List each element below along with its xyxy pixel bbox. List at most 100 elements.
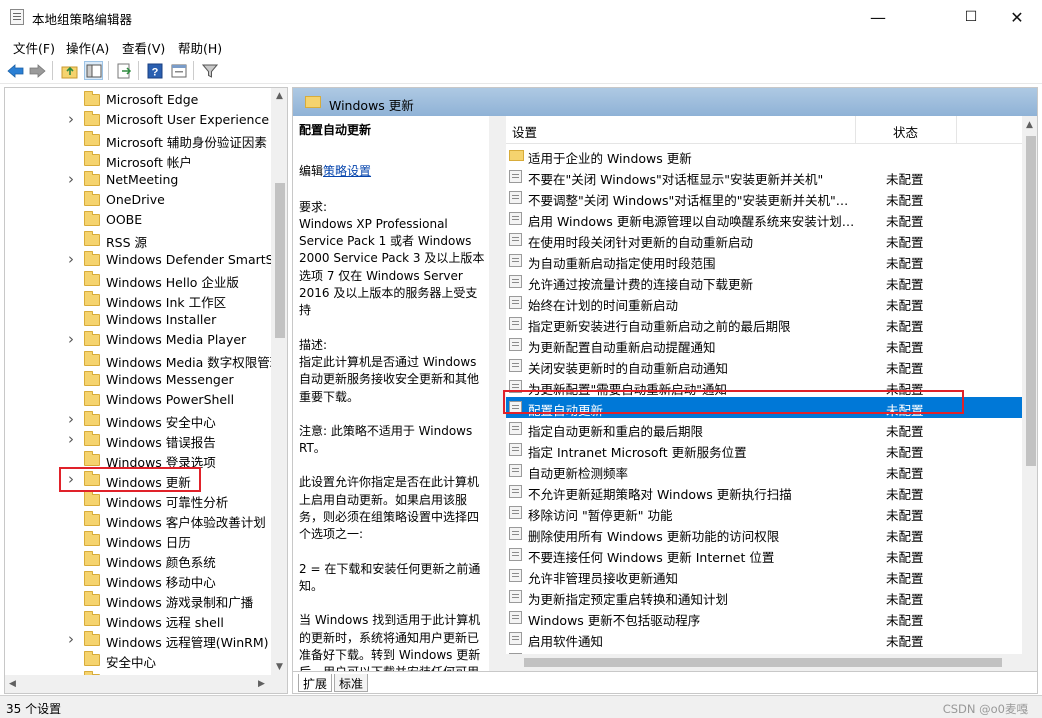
policy-setting-row[interactable]: 允许通过按流量计费的连接自动下载更新 未配置 [506, 271, 1022, 292]
column-setting[interactable]: 设置 [512, 122, 537, 141]
expand-chevron-icon[interactable]: › [68, 410, 74, 428]
minimize-button[interactable]: — [855, 0, 901, 34]
policy-setting-icon [509, 191, 522, 204]
policy-setting-row[interactable]: 启用软件通知 未配置 [506, 628, 1022, 649]
expand-chevron-icon[interactable]: › [68, 110, 74, 128]
setting-label: 删除使用所有 Windows 更新功能的访问权限 [528, 529, 780, 544]
policy-setting-row[interactable]: 关闭安装更新时的自动重新启动通知 未配置 [506, 355, 1022, 376]
menu-help[interactable]: 帮助(H) [178, 38, 222, 57]
forward-icon[interactable] [28, 61, 47, 80]
tree-scroll-thumb[interactable] [275, 183, 285, 338]
tree-item[interactable]: › Microsoft User Experience V [5, 110, 273, 130]
tree-item[interactable]: › Windows Defender SmartScr [5, 250, 273, 270]
policy-setting-row[interactable]: 为更新配置自动重新启动提醒通知 未配置 [506, 334, 1022, 355]
scroll-left-arrow-icon[interactable]: ◀ [9, 679, 16, 689]
list-hscroll-thumb[interactable] [524, 658, 1002, 667]
list-scroll-up-arrow-icon[interactable]: ▲ [1026, 120, 1033, 130]
policy-setting-row[interactable]: 指定自动更新和重启的最后期限 未配置 [506, 418, 1022, 439]
setting-state: 未配置 [886, 529, 924, 544]
tree-pane[interactable]: Microsoft Edge › Microsoft User Experience… [4, 87, 288, 694]
expand-chevron-icon[interactable]: › [68, 170, 74, 188]
tree-item[interactable]: OOBE [5, 210, 273, 230]
policy-setting-row[interactable]: 移除访问 "暂停更新" 功能 未配置 [506, 502, 1022, 523]
folder-icon [84, 291, 100, 306]
tree-item[interactable]: Microsoft 辅助身份验证因素 [5, 130, 273, 150]
tree-item[interactable]: Windows Installer [5, 310, 273, 330]
policy-setting-row[interactable]: 不要调整"关闭 Windows"对话框里的"安装更新并关机"的默... 未配置 [506, 187, 1022, 208]
tree-horizontal-scrollbar[interactable]: ◀ ▶ [5, 675, 287, 693]
setting-label: 适用于企业的 Windows 更新 [528, 151, 692, 166]
tree-item[interactable]: OneDrive [5, 190, 273, 210]
tab-standard[interactable]: 标准 [334, 674, 369, 692]
tree-item[interactable]: Windows 颜色系统 [5, 550, 273, 570]
policy-setting-row[interactable]: 为更新指定预定重启转换和通知计划 未配置 [506, 586, 1022, 607]
policy-setting-row[interactable]: Windows 更新不包括驱动程序 未配置 [506, 607, 1022, 628]
policy-setting-row[interactable]: 指定更新安装进行自动重新启动之前的最后期限 未配置 [506, 313, 1022, 334]
policy-setting-row[interactable]: 不允许更新延期策略对 Windows 更新执行扫描 未配置 [506, 481, 1022, 502]
tree-item[interactable]: Windows 游戏录制和广播 [5, 590, 273, 610]
list-scroll-thumb[interactable] [1026, 136, 1036, 466]
tree-item[interactable]: Windows PowerShell [5, 390, 273, 410]
scroll-right-arrow-icon[interactable]: ▶ [258, 679, 265, 689]
tab-extended[interactable]: 扩展 [298, 674, 333, 692]
policy-setting-row[interactable]: 自动更新检测频率 未配置 [506, 460, 1022, 481]
filter-icon[interactable] [200, 61, 219, 80]
tree-item[interactable]: Windows 可靠性分析 [5, 490, 273, 510]
policy-setting-row[interactable]: 允许非管理员接收更新通知 未配置 [506, 565, 1022, 586]
policy-setting-row[interactable]: 不要连接任何 Windows 更新 Internet 位置 未配置 [506, 544, 1022, 565]
column-state[interactable]: 状态 [893, 122, 918, 141]
expand-chevron-icon[interactable]: › [68, 630, 74, 648]
edit-policy-link[interactable]: 策略设置 [323, 164, 371, 178]
list-column-header: 设置 状态 [506, 116, 1022, 144]
tree-item[interactable]: Windows 客户体验改善计划 [5, 510, 273, 530]
expand-chevron-icon[interactable]: › [68, 330, 74, 348]
tree-item[interactable]: RSS 源 [5, 230, 273, 250]
back-icon[interactable] [6, 61, 25, 80]
properties-icon[interactable] [169, 61, 188, 80]
policy-setting-row[interactable]: 始终在计划的时间重新启动 未配置 [506, 292, 1022, 313]
export-list-icon[interactable] [114, 61, 133, 80]
list-folder-row[interactable]: 适用于企业的 Windows 更新 [506, 145, 1022, 166]
policy-setting-icon [509, 233, 522, 246]
tree-item[interactable]: Windows 远程 shell [5, 610, 273, 630]
tree-item[interactable]: › NetMeeting [5, 170, 273, 190]
tree-item[interactable]: › Windows 远程管理(WinRM) [5, 630, 273, 650]
policy-setting-row[interactable]: 为自动重新启动指定使用时段范围 未配置 [506, 250, 1022, 271]
folder-icon [84, 531, 100, 546]
expand-chevron-icon[interactable]: › [68, 430, 74, 448]
tree-vertical-scrollbar[interactable] [271, 88, 287, 675]
tree-item-label: Microsoft 辅助身份验证因素 [106, 135, 267, 150]
tree-item[interactable]: Windows Messenger [5, 370, 273, 390]
tree-item[interactable]: Windows Media 数字权限管理 [5, 350, 273, 370]
up-folder-icon[interactable] [60, 61, 79, 80]
tree-item[interactable]: Windows 移动中心 [5, 570, 273, 590]
policy-setting-row[interactable]: 启用 Windows 更新电源管理以自动唤醒系统来安装计划的... 未配置 [506, 208, 1022, 229]
tree-item[interactable]: Microsoft 帐户 [5, 150, 273, 170]
tree-item[interactable]: Windows Ink 工作区 [5, 290, 273, 310]
expand-chevron-icon[interactable]: › [68, 250, 74, 268]
policy-setting-row[interactable]: 在使用时段关闭针对更新的自动重新启动 未配置 [506, 229, 1022, 250]
menu-view[interactable]: 查看(V) [122, 38, 165, 57]
scroll-up-arrow-icon[interactable]: ▲ [276, 91, 283, 101]
tree-item[interactable]: › Windows 安全中心 [5, 410, 273, 430]
tree-item[interactable]: › Windows 错误报告 [5, 430, 273, 450]
help-icon[interactable]: ? [145, 61, 164, 80]
setting-label: 移除访问 "暂停更新" 功能 [528, 508, 673, 523]
scroll-down-arrow-icon[interactable]: ▼ [276, 662, 283, 672]
status-text: 35 个设置 [6, 702, 62, 716]
tree-item[interactable]: Microsoft Edge [5, 90, 273, 110]
policy-setting-row[interactable]: 指定 Intranet Microsoft 更新服务位置 未配置 [506, 439, 1022, 460]
menu-action[interactable]: 操作(A) [66, 38, 109, 57]
description-pane: 配置自动更新 编辑策略设置 要求: Windows XP Professiona… [293, 116, 493, 671]
maximize-button[interactable]: ☐ [948, 0, 994, 34]
folder-icon [509, 150, 524, 161]
tree-item[interactable]: › Windows Media Player [5, 330, 273, 350]
menu-file[interactable]: 文件(F) [13, 38, 55, 57]
policy-setting-row[interactable]: 删除使用所有 Windows 更新功能的访问权限 未配置 [506, 523, 1022, 544]
policy-setting-row[interactable]: 不要在"关闭 Windows"对话框显示"安装更新并关机" 未配置 [506, 166, 1022, 187]
close-button[interactable]: ✕ [994, 0, 1040, 34]
tree-item[interactable]: Windows 日历 [5, 530, 273, 550]
tree-item[interactable]: Windows Hello 企业版 [5, 270, 273, 290]
show-hide-tree-icon[interactable] [84, 61, 103, 80]
tree-item[interactable]: 安全中心 [5, 650, 273, 670]
